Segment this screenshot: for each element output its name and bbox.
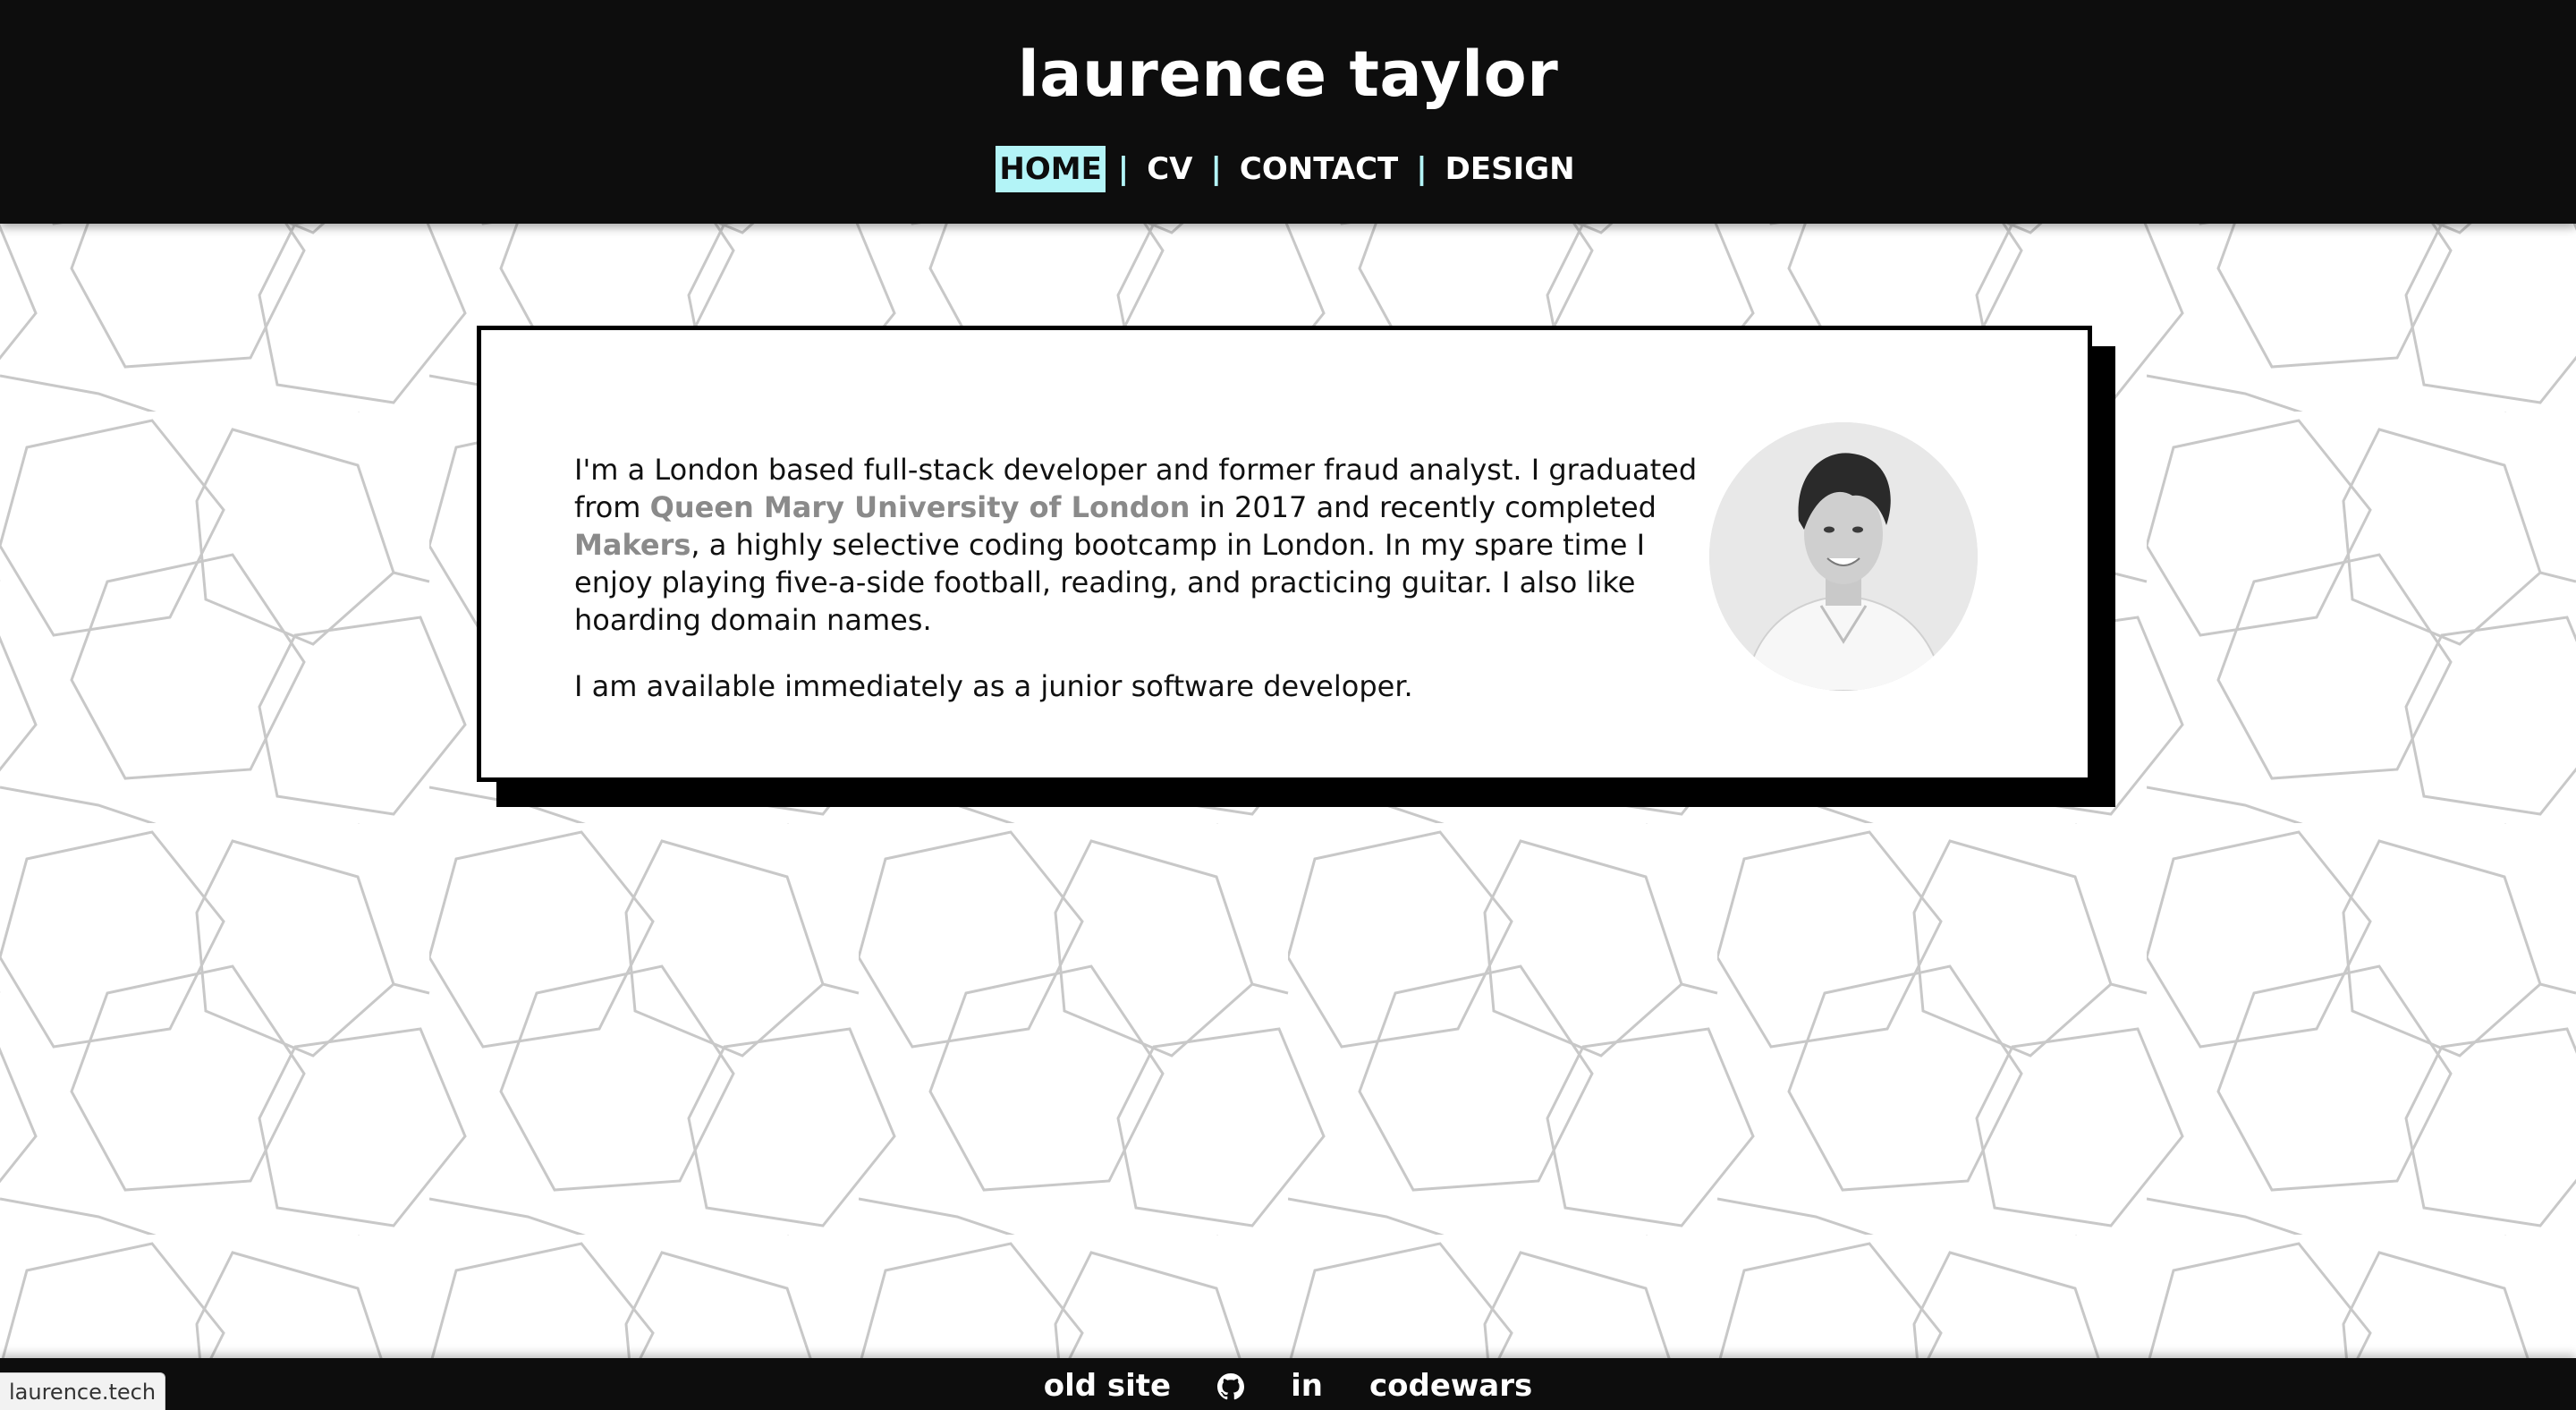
bio-paragraph: I'm a London based full-stack developer … [574, 451, 1728, 639]
site-footer: old site in codewars [0, 1358, 2576, 1410]
profile-photo [1709, 422, 1978, 691]
nav-design-link[interactable]: DESIGN [1440, 146, 1580, 192]
about-card: I'm a London based full-stack developer … [477, 326, 2092, 782]
site-title[interactable]: laurence taylor [0, 34, 2576, 115]
bio-text-segment: , a highly selective coding bootcamp in … [574, 528, 1646, 637]
nav-home-link[interactable]: HOME [996, 146, 1106, 192]
codewars-link[interactable]: codewars [1346, 1360, 1555, 1410]
nav-separator: | [1416, 151, 1428, 187]
bio-text-segment: in 2017 and recently completed [1190, 490, 1657, 524]
avatar [1709, 422, 1978, 691]
github-link[interactable] [1194, 1360, 1267, 1410]
footer-links: old site in codewars [0, 1358, 2576, 1410]
nav-contact-link[interactable]: CONTACT [1234, 146, 1403, 192]
nav-cv-link[interactable]: CV [1141, 146, 1198, 192]
github-icon [1217, 1373, 1245, 1400]
nav-separator: | [1117, 151, 1130, 187]
main-nav: HOME | CV | CONTACT | DESIGN [0, 146, 2576, 192]
makers-link[interactable]: Makers [574, 528, 691, 562]
nav-separator: | [1210, 151, 1222, 187]
availability-paragraph: I am available immediately as a junior s… [574, 669, 1413, 703]
bio-text: I'm a London based full-stack developer … [574, 451, 1728, 734]
site-header: laurence taylor HOME | CV | CONTACT | DESIGN [0, 0, 2576, 224]
status-bar-url: laurence.tech [0, 1372, 166, 1410]
old-site-link[interactable]: old site [1021, 1360, 1194, 1410]
university-link[interactable]: Queen Mary University of London [650, 490, 1191, 524]
linkedin-link[interactable]: in [1267, 1360, 1346, 1410]
